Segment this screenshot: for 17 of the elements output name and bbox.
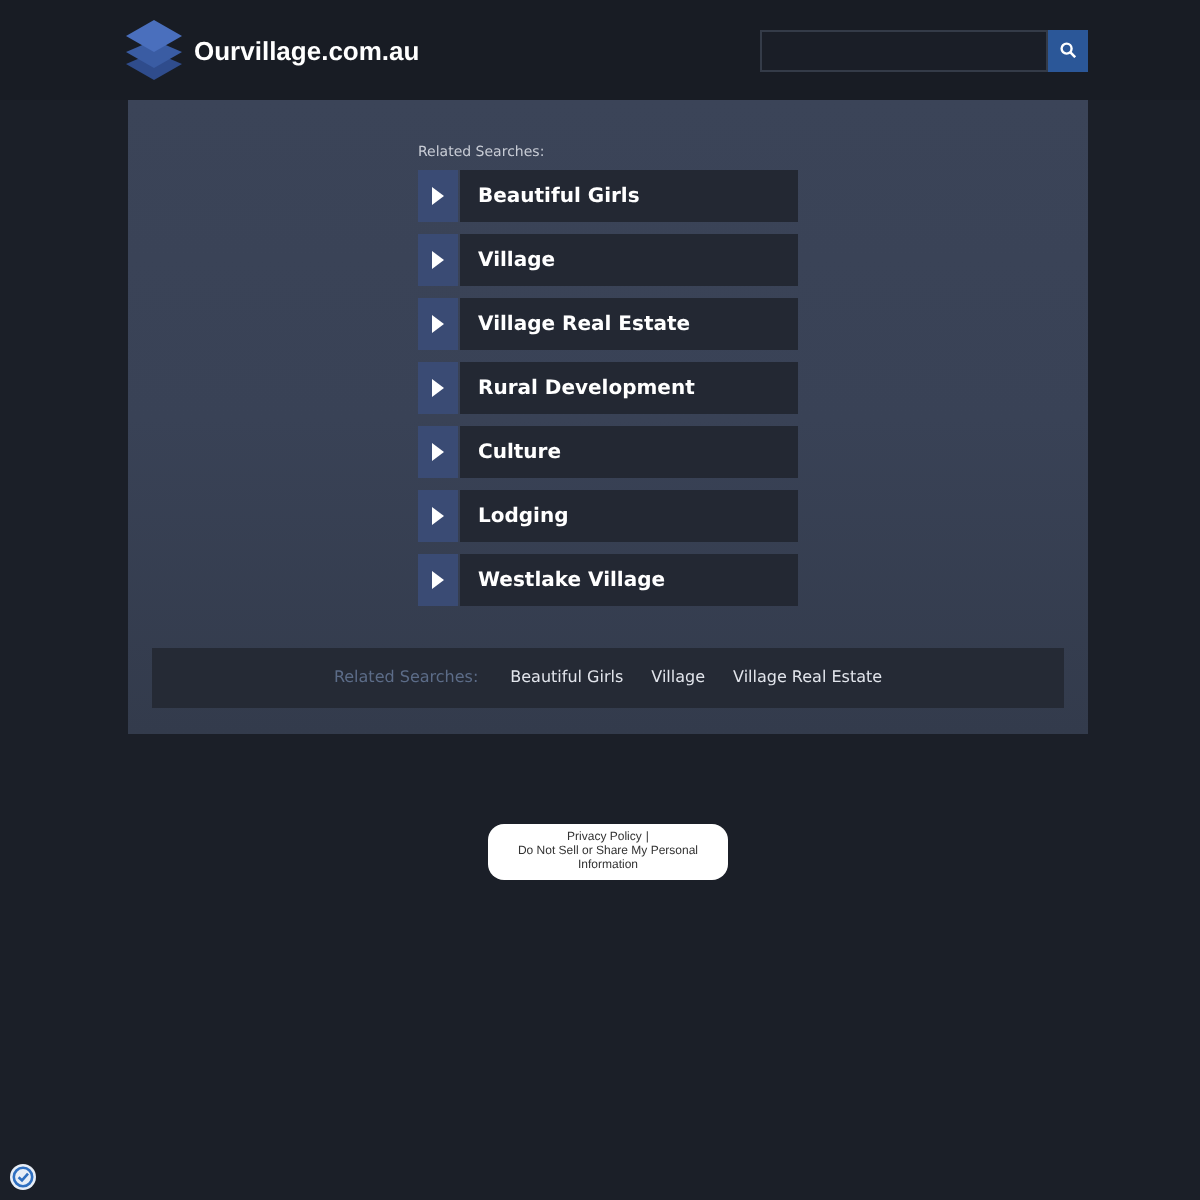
related-search-link[interactable]: Lodging [460, 490, 798, 542]
related-search-link[interactable]: Culture [460, 426, 798, 478]
related-search-link[interactable]: Village [460, 234, 798, 286]
related-search-link[interactable]: Westlake Village [460, 554, 798, 606]
search-button[interactable] [1048, 29, 1088, 71]
check-badge-icon[interactable] [10, 1164, 36, 1190]
search-icon [1060, 42, 1076, 58]
related-search-link[interactable]: Village Real Estate [733, 666, 883, 690]
bar-heading: Related Searches: [333, 666, 479, 690]
related-search-link[interactable]: Village Real Estate [460, 298, 798, 350]
related-search-link[interactable]: Village [651, 666, 706, 690]
related-search-link[interactable]: Rural Development [460, 362, 798, 414]
search-field[interactable] [760, 29, 1048, 71]
stacked-layers-logo-icon [126, 20, 182, 80]
related-search-link[interactable]: Beautiful Girls [510, 666, 624, 690]
related-search-link[interactable]: Beautiful Girls [460, 170, 798, 222]
site-name-link[interactable]: Ourvillage.com.au [194, 37, 420, 63]
